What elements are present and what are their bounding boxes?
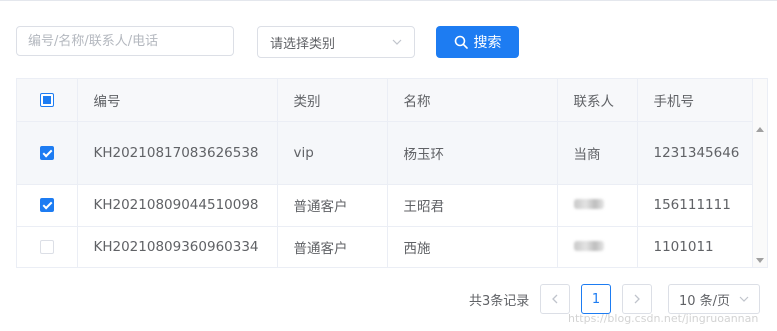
cell-id: KH20210809044510098 [77, 184, 278, 227]
page-size-select[interactable]: 10 条/页 [668, 284, 760, 314]
cell-category: 普通客户 [277, 226, 388, 267]
cell-category: 普通客户 [277, 184, 388, 227]
page-number-button[interactable]: 1 [581, 284, 611, 314]
watermark: https://blog.csdn.net/jingruoannan [568, 312, 759, 325]
cell-id: KH20210817083626538 [77, 121, 278, 185]
scroll-down-icon[interactable] [756, 258, 764, 263]
table-row[interactable]: KH20210817083626538 vip 杨玉环 当商 123134564… [17, 121, 754, 185]
row-checkbox[interactable] [39, 198, 54, 212]
cell-category: vip [277, 121, 388, 185]
top-divider [0, 0, 777, 1]
pagination-total: 共3条记录 [469, 294, 530, 309]
row-checkbox[interactable] [39, 145, 54, 160]
search-icon [454, 35, 468, 49]
column-header-name: 名称 [387, 79, 558, 122]
cell-phone: 1231345646 [637, 121, 754, 185]
cell-contact: 当商 [557, 121, 638, 185]
cell-id: KH20210809360960334 [77, 226, 278, 267]
table-row[interactable]: KH20210809360960334 普通客户 西施 1101011 [17, 226, 754, 267]
cell-contact [557, 184, 638, 227]
category-select[interactable]: 请选择类别 [257, 26, 415, 58]
search-input[interactable] [16, 26, 234, 56]
redacted-contact [573, 241, 604, 251]
column-header-phone: 手机号 [637, 79, 754, 122]
next-page-button[interactable] [622, 284, 652, 314]
column-header-category: 类别 [277, 79, 388, 122]
chevron-left-icon [552, 294, 558, 304]
cell-phone: 1101011 [637, 226, 754, 267]
customer-table: 编号 类别 名称 联系人 手机号 KH20210817083626538 vip… [16, 78, 768, 268]
row-checkbox[interactable] [39, 240, 54, 254]
cell-name: 王昭君 [387, 184, 558, 227]
table-scrollbar[interactable] [752, 79, 767, 267]
chevron-down-icon [392, 39, 402, 45]
table-row[interactable]: KH20210809044510098 普通客户 王昭君 156111111 [17, 184, 754, 227]
category-select-label: 请选择类别 [270, 36, 336, 52]
column-header-contact: 联系人 [557, 79, 638, 122]
column-header-id: 编号 [77, 79, 278, 122]
cell-phone: 156111111 [637, 184, 754, 227]
scroll-up-icon[interactable] [756, 127, 764, 132]
search-button[interactable]: 搜索 [436, 26, 519, 58]
cell-name: 杨玉环 [387, 121, 558, 185]
page-size-label: 10 条/页 [679, 293, 731, 309]
select-all-checkbox[interactable] [39, 92, 54, 107]
prev-page-button[interactable] [540, 284, 570, 314]
table-header-row: 编号 类别 名称 联系人 手机号 [17, 79, 754, 122]
cell-name: 西施 [387, 226, 558, 267]
cell-contact [557, 226, 638, 267]
search-button-label: 搜索 [473, 35, 502, 51]
chevron-down-icon [739, 296, 749, 302]
redacted-contact [573, 199, 604, 209]
chevron-right-icon [634, 294, 640, 304]
